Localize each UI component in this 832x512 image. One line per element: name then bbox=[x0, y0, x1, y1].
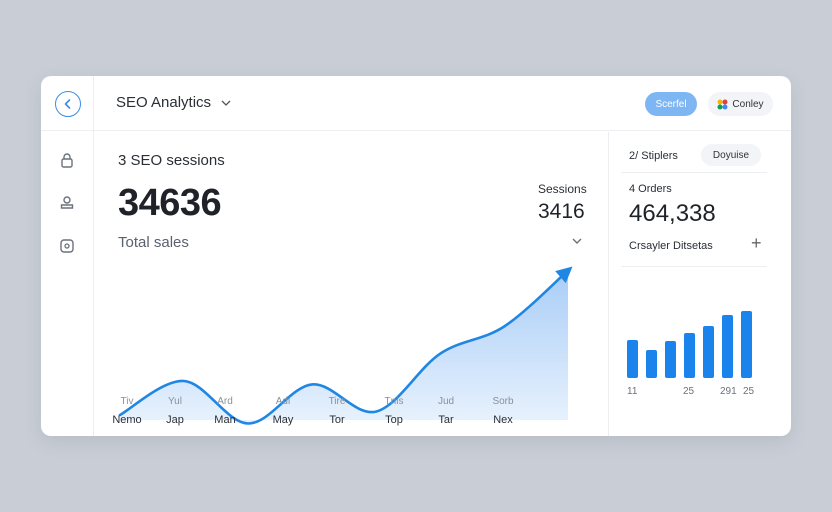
bar-tick-label: 25 bbox=[683, 386, 695, 397]
x-month-label: Nex bbox=[493, 414, 513, 426]
x-tick-label: Yul bbox=[168, 396, 182, 407]
bar bbox=[741, 311, 752, 378]
x-tick-label: Ard bbox=[217, 396, 233, 407]
chevron-down-icon bbox=[221, 100, 231, 106]
dashboard-card: SEO Analytics Scerfel Conley 3 SEO sessi… bbox=[41, 76, 791, 436]
x-month-label: Tor bbox=[329, 414, 345, 426]
square-settings-icon bbox=[60, 239, 74, 253]
connect-button[interactable]: Conley bbox=[708, 92, 773, 116]
x-month-label: May bbox=[272, 414, 294, 426]
color-logo-icon bbox=[717, 99, 728, 109]
bar bbox=[703, 326, 714, 378]
header: SEO Analytics Scerfel Conley bbox=[41, 76, 791, 131]
x-month-label: Nemo bbox=[112, 414, 142, 426]
x-tick-label: Tire bbox=[328, 396, 346, 407]
x-month-label: Top bbox=[385, 414, 403, 426]
title-dropdown[interactable]: SEO Analytics bbox=[116, 94, 231, 111]
x-tick-label: Jud bbox=[437, 396, 455, 407]
x-tick-label: Tiv bbox=[120, 396, 134, 407]
bar bbox=[627, 340, 638, 378]
sessions-area-chart bbox=[118, 266, 573, 425]
bar-tick-label: 25 bbox=[743, 386, 755, 397]
primary-button[interactable]: Scerfel bbox=[645, 92, 697, 116]
sidebar-item-lock[interactable] bbox=[58, 151, 76, 169]
right-panel: 2/ Stiplers Doyuise 4 Orders 464,338 Crs… bbox=[608, 132, 791, 436]
lock-icon bbox=[61, 153, 73, 168]
chevron-left-icon bbox=[64, 99, 71, 109]
back-button[interactable] bbox=[55, 91, 81, 117]
bar bbox=[722, 315, 733, 378]
user-badge-icon bbox=[60, 196, 74, 209]
bar-tick-label: 11 bbox=[627, 386, 638, 397]
sessions-label: Sessions bbox=[538, 182, 587, 196]
sidebar-item-profile[interactable] bbox=[58, 193, 76, 211]
bar bbox=[665, 341, 676, 378]
sessions-value: 3416 bbox=[538, 200, 585, 223]
app-title: SEO Analytics bbox=[116, 94, 212, 111]
chevron-down-icon[interactable] bbox=[570, 234, 584, 248]
bar bbox=[684, 333, 695, 378]
bar bbox=[646, 350, 657, 378]
main-panel: 3 SEO sessions 34636 Total sales Session… bbox=[94, 132, 608, 436]
x-month-label: Jap bbox=[166, 414, 184, 426]
x-tick-label: Adi bbox=[275, 396, 291, 407]
bar-tick-label: 291 bbox=[720, 386, 737, 397]
x-tick-label: Tnis bbox=[384, 396, 404, 407]
x-month-label: Tar bbox=[438, 414, 454, 426]
x-tick-label: Sorb bbox=[492, 396, 514, 407]
x-month-label: Man bbox=[214, 414, 236, 426]
sidebar-item-settings[interactable] bbox=[58, 237, 76, 255]
connect-button-label: Conley bbox=[732, 98, 764, 110]
